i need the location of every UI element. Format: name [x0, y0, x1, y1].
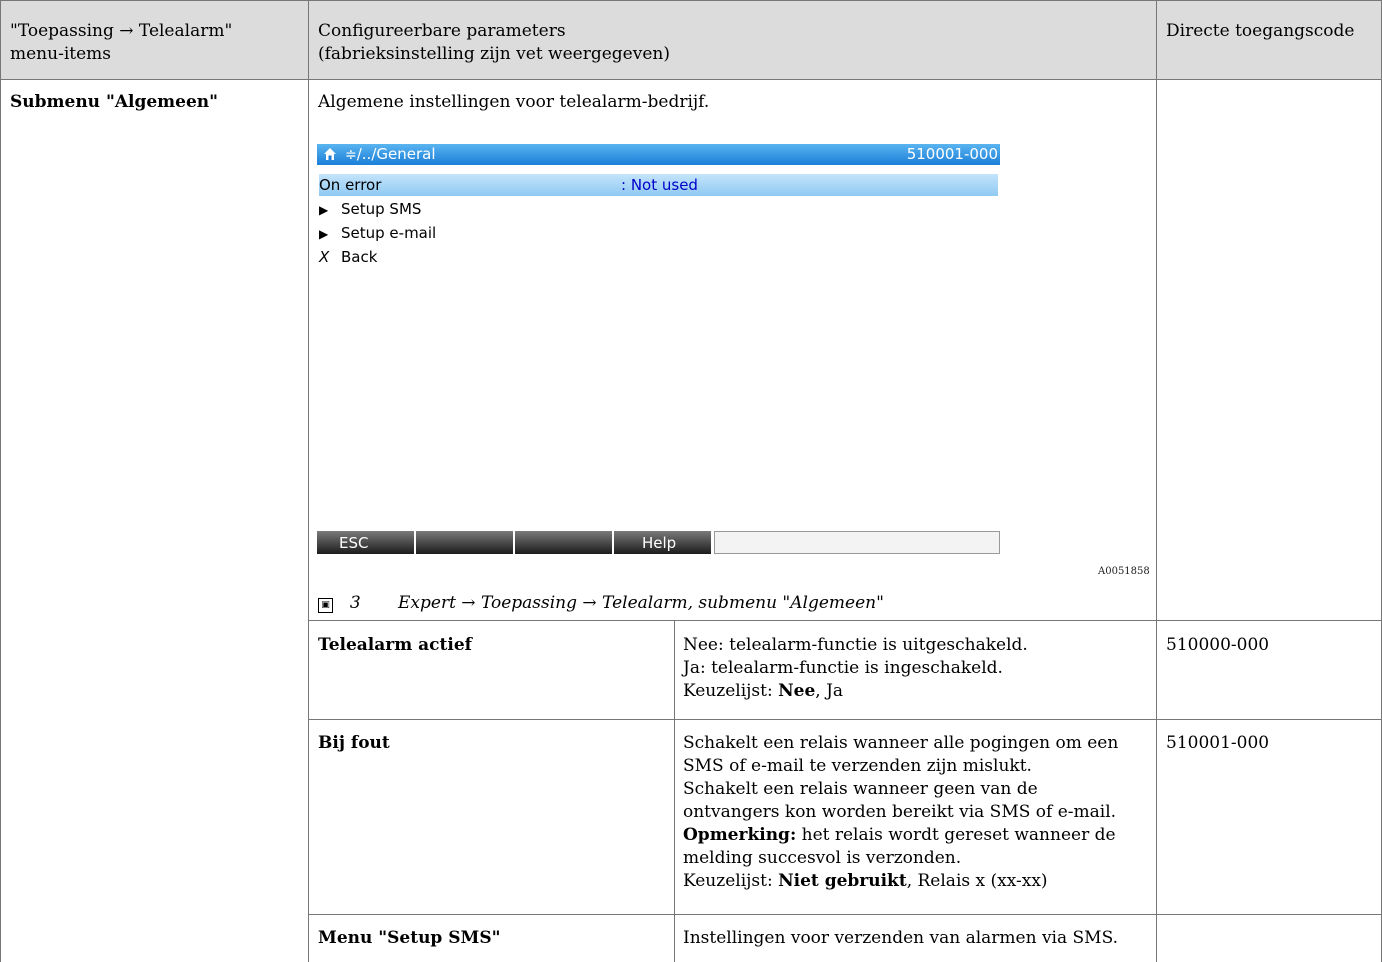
param-name: Bij fout — [318, 733, 390, 753]
home-icon — [323, 144, 337, 165]
header-parameters: Configureerbare parameters (fabrieksinst… — [318, 21, 670, 64]
play-arrow-icon: ▶ — [319, 227, 329, 241]
softkey-2[interactable] — [416, 529, 513, 554]
param-name: Menu "Setup SMS" — [318, 928, 501, 948]
header-access-code: Directe toegangscode — [1166, 21, 1355, 41]
figure-caption: ▣ 3 — [318, 592, 361, 615]
screen-row-setup-sms[interactable]: ▶ Setup SMS — [319, 198, 998, 220]
screen-row-on-error[interactable]: On error : Not used — [319, 174, 998, 196]
screen-row-back[interactable]: X Back — [319, 246, 998, 268]
submenu-label: Submenu "Algemeen" — [10, 92, 219, 112]
softkey-esc[interactable]: ESC — [317, 529, 414, 554]
softkey-bar: ESC Help — [317, 529, 1000, 554]
parameter-table: "Toepassing → Telealarm" menu-items Conf… — [0, 0, 1382, 962]
image-code: A0051858 — [1098, 566, 1150, 577]
back-x-icon: X — [319, 248, 330, 266]
submenu-description: Algemene instellingen voor telealarm-bed… — [318, 92, 710, 112]
screen-row-setup-email[interactable]: ▶ Setup e-mail — [319, 222, 998, 244]
param-code: 510001-000 — [1166, 733, 1270, 753]
softkey-3[interactable] — [515, 529, 612, 554]
figure-icon: ▣ — [318, 598, 333, 613]
figure-number: 3 — [349, 593, 361, 613]
param-description: Schakelt een relais wanneer alle poginge… — [683, 733, 1119, 891]
header-menu-items: "Toepassing → Telealarm" menu-items — [10, 21, 233, 64]
param-name: Telealarm actief — [318, 635, 472, 655]
play-arrow-icon: ▶ — [319, 203, 329, 217]
telealarm-icon: ≑ — [345, 147, 357, 163]
param-description: Nee: telealarm-functie is uitgeschakeld.… — [683, 635, 1028, 701]
screen-code: 510001-000 — [906, 145, 998, 163]
figure-caption-text: Expert → Toepassing → Telealarm, submenu… — [398, 593, 884, 613]
param-description: Instellingen voor verzenden van alarmen … — [683, 928, 1119, 948]
device-screen-image: ≑/../General 510001-000 On error : Not u… — [317, 144, 1000, 554]
param-code: 510000-000 — [1166, 635, 1270, 655]
softkey-help[interactable]: Help — [614, 529, 711, 554]
screen-title-bar: ≑/../General 510001-000 — [317, 144, 1000, 165]
screen-path: ≑/../General — [345, 145, 436, 163]
softkey-empty-area — [714, 531, 1000, 554]
